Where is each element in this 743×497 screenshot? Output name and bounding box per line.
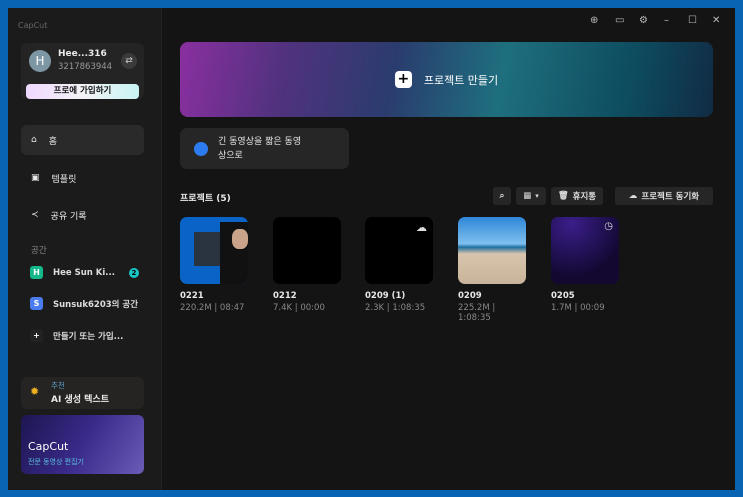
search-icon: ⌕ [499, 191, 505, 201]
sidebar-item-label: 템플릿 [51, 174, 77, 185]
minimize-icon[interactable]: – [664, 15, 669, 26]
space-label: 만들기 또는 가입... [53, 331, 124, 342]
avatar[interactable]: H [29, 50, 51, 72]
join-pro-button[interactable]: 프로에 가입하기 [26, 84, 139, 99]
project-meta: 220.2M | 08:47 [180, 303, 245, 313]
upload-icon[interactable]: ⊕ [590, 15, 598, 26]
projects-heading: 프로젝트 (5) [180, 194, 231, 204]
lightbulb-icon: ✹ [30, 385, 40, 398]
project-thumbnail [458, 217, 526, 284]
home-icon: ⌂ [31, 135, 37, 145]
project-card[interactable]: 0212 7.4K | 00:00 [273, 217, 341, 313]
project-name: 0221 [180, 291, 204, 301]
project-meta: 225.2M | 1:08:35 [458, 303, 496, 323]
cloud-upload-icon: ☁ [416, 221, 427, 234]
project-card[interactable]: 0221 220.2M | 08:47 [180, 217, 248, 313]
project-thumbnail [273, 217, 341, 284]
sidebar-item-templates[interactable]: ▣ 템플릿 [21, 163, 144, 193]
space-label: Hee Sun Ki... [53, 267, 115, 278]
clock-icon: ◷ [604, 221, 613, 232]
count-badge: 2 [128, 267, 139, 278]
project-name: 0205 [551, 291, 575, 301]
sidebar-item-share-history[interactable]: ≺ 공유 기록 [21, 200, 144, 230]
recommend-tag: 추천 [51, 381, 65, 390]
spaces-heading: 공간 [31, 246, 47, 256]
promo-banner[interactable]: CapCut 전문 동영상 편집기 [21, 415, 144, 474]
main-area: ⊕ ▭ ⚙ – ☐ ✕ + 프로젝트 만들기 긴 동영상을 짧은 동영상으로 프로… [163, 8, 735, 490]
switch-account-icon[interactable]: ⇄ [121, 53, 137, 69]
capcut-window: CapCut H Hee...316 3217863944 ⇄ 프로에 가입하기… [8, 8, 735, 490]
search-button[interactable]: ⌕ [493, 187, 511, 205]
project-thumbnail [180, 217, 248, 284]
project-name: 0209 (1) [365, 291, 406, 301]
sidebar-item-label: 공유 기록 [50, 211, 87, 222]
project-thumbnail: ◷ [551, 217, 619, 284]
project-meta: 1.7M | 00:09 [551, 303, 605, 313]
settings-icon[interactable]: ⚙ [639, 15, 648, 26]
feedback-icon[interactable]: ▭ [615, 15, 624, 26]
recommend-title: AI 생성 텍스트 [51, 395, 109, 405]
sync-projects-button[interactable]: ☁ 프로젝트 동기화 [615, 187, 713, 205]
project-meta: 2.3K | 1:08:35 [365, 303, 426, 313]
promo-title: CapCut [28, 440, 69, 453]
trash-button[interactable]: 🗑 휴지통 [551, 187, 603, 205]
user-name: Hee...316 [58, 49, 107, 59]
promo-subtitle: 전문 동영상 편집기 [28, 458, 84, 466]
account-card: H Hee...316 3217863944 ⇄ 프로에 가입하기 [21, 43, 144, 99]
clip-icon [194, 141, 208, 156]
project-meta: 7.4K | 00:00 [273, 303, 325, 313]
long-to-short-label: 긴 동영상을 짧은 동영상으로 [218, 136, 302, 161]
trash-label: 휴지통 [572, 192, 597, 202]
project-name: 0209 [458, 291, 482, 301]
sidebar-item-home[interactable]: ⌂ 홈 [21, 125, 144, 155]
project-thumbnail: ☁ [365, 217, 433, 284]
create-project-label: 프로젝트 만들기 [423, 73, 499, 87]
sidebar: CapCut H Hee...316 3217863944 ⇄ 프로에 가입하기… [8, 8, 162, 490]
sync-label: 프로젝트 동기화 [641, 192, 700, 202]
capcut-logo: CapCut [18, 21, 48, 30]
project-card[interactable]: 0209 225.2M | 1:08:35 [458, 217, 526, 323]
create-or-join-space[interactable]: + 만들기 또는 가입... [30, 329, 123, 342]
project-card[interactable]: ☁ 0209 (1) 2.3K | 1:08:35 [365, 217, 433, 313]
space-badge: H [30, 266, 43, 279]
create-project-button[interactable]: + 프로젝트 만들기 [180, 42, 713, 117]
close-icon[interactable]: ✕ [712, 15, 720, 26]
project-name: 0212 [273, 291, 297, 301]
template-icon: ▣ [31, 173, 40, 183]
project-card[interactable]: ◷ 0205 1.7M | 00:09 [551, 217, 619, 313]
plus-icon: + [30, 329, 43, 342]
plus-icon: + [394, 71, 412, 88]
user-id: 3217863944 [58, 62, 113, 72]
space-item-sunsuk[interactable]: S Sunsuk6203의 공간 [30, 297, 138, 310]
recommend-card[interactable]: ✹ 추천 AI 생성 텍스트 [21, 377, 144, 409]
grid-icon: ▦ [523, 191, 532, 201]
space-label: Sunsuk6203의 공간 [53, 299, 139, 310]
view-toggle-button[interactable]: ▦ ▾ [516, 187, 546, 205]
space-item-hee-sun[interactable]: H Hee Sun Ki... 2 [30, 266, 139, 279]
cloud-icon: ☁ [628, 191, 638, 201]
share-icon: ≺ [31, 210, 39, 220]
space-badge: S [30, 297, 43, 310]
sidebar-item-label: 홈 [48, 136, 57, 147]
trash-icon: 🗑 [557, 191, 569, 201]
long-to-short-button[interactable]: 긴 동영상을 짧은 동영상으로 [180, 128, 349, 169]
chevron-down-icon: ▾ [535, 192, 539, 200]
maximize-icon[interactable]: ☐ [688, 15, 697, 26]
